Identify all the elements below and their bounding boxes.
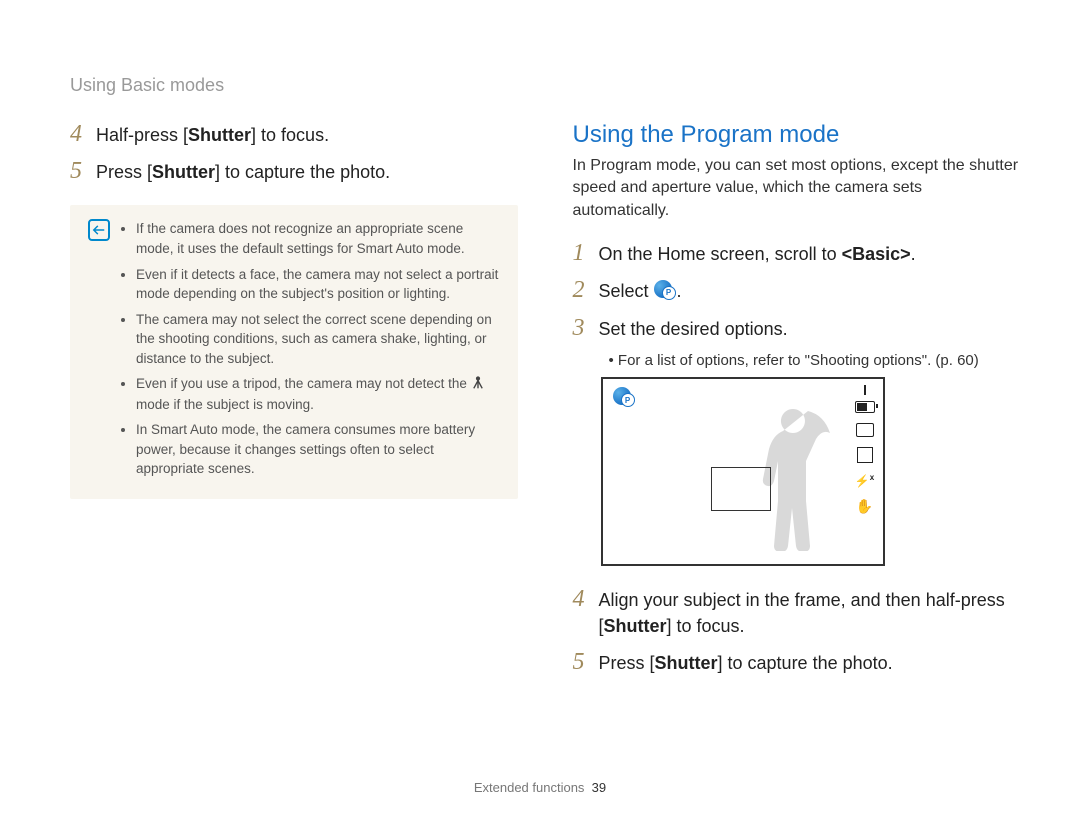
step-item: 4Half-press [Shutter] to focus. bbox=[70, 121, 518, 148]
anti-shake-icon: ✋ bbox=[856, 498, 873, 515]
flash-off-icon: ⚡x bbox=[855, 473, 874, 488]
page-header: Using Basic modes bbox=[70, 75, 1020, 96]
step-text: Press [Shutter] to capture the photo. bbox=[599, 649, 893, 676]
step-number: 5 bbox=[573, 649, 599, 675]
camera-screen-preview: ⚡x ✋ bbox=[601, 377, 885, 566]
step-text: Half-press [Shutter] to focus. bbox=[96, 121, 329, 148]
note-item: In Smart Auto mode, the camera consumes … bbox=[136, 420, 500, 479]
step-text: Set the desired options. bbox=[599, 315, 788, 342]
step-text: On the Home screen, scroll to <Basic>. bbox=[599, 240, 916, 267]
program-mode-icon bbox=[654, 280, 672, 305]
section-intro: In Program mode, you can set most option… bbox=[573, 155, 1021, 222]
step-number: 5 bbox=[70, 158, 96, 184]
step-number: 2 bbox=[573, 277, 599, 303]
step-text: Press [Shutter] to capture the photo. bbox=[96, 158, 390, 185]
note-list: If the camera does not recognize an appr… bbox=[122, 219, 500, 484]
tripod-icon bbox=[471, 375, 485, 395]
step-number: 1 bbox=[573, 240, 599, 266]
note-item: Even if it detects a face, the camera ma… bbox=[136, 265, 500, 304]
program-mode-icon bbox=[613, 387, 631, 410]
step-item: 5Press [Shutter] to capture the photo. bbox=[573, 649, 1021, 676]
note-item: If the camera does not recognize an appr… bbox=[136, 219, 500, 258]
step-item: 4Align your subject in the frame, and th… bbox=[573, 586, 1021, 638]
step-item: 5Press [Shutter] to capture the photo. bbox=[70, 158, 518, 185]
step-number: 4 bbox=[573, 586, 599, 612]
note-box: If the camera does not recognize an appr… bbox=[70, 205, 518, 498]
right-column: Using the Program mode In Program mode, … bbox=[573, 121, 1021, 686]
battery-icon bbox=[855, 401, 875, 413]
note-item: Even if you use a tripod, the camera may… bbox=[136, 374, 500, 414]
step-text: Select . bbox=[599, 277, 682, 305]
left-column: 4Half-press [Shutter] to focus.5Press [S… bbox=[70, 121, 518, 686]
quality-icon bbox=[857, 447, 873, 463]
bar-indicator-icon bbox=[864, 385, 866, 395]
focus-rectangle bbox=[711, 467, 771, 511]
note-item: The camera may not select the correct sc… bbox=[136, 310, 500, 369]
footer-section: Extended functions bbox=[474, 780, 585, 795]
step-number: 4 bbox=[70, 121, 96, 147]
section-heading: Using the Program mode bbox=[573, 121, 1021, 149]
step-item: 2Select . bbox=[573, 277, 1021, 305]
step-text: Align your subject in the frame, and the… bbox=[599, 586, 1021, 638]
note-icon bbox=[88, 219, 110, 241]
step-number: 3 bbox=[573, 315, 599, 341]
page-footer: Extended functions 39 bbox=[0, 780, 1080, 795]
step-subtext: For a list of options, refer to "Shootin… bbox=[609, 352, 1021, 369]
step-item: 3Set the desired options. bbox=[573, 315, 1021, 342]
footer-page-number: 39 bbox=[592, 780, 606, 795]
photo-size-icon bbox=[856, 423, 874, 437]
step-item: 1On the Home screen, scroll to <Basic>. bbox=[573, 240, 1021, 267]
